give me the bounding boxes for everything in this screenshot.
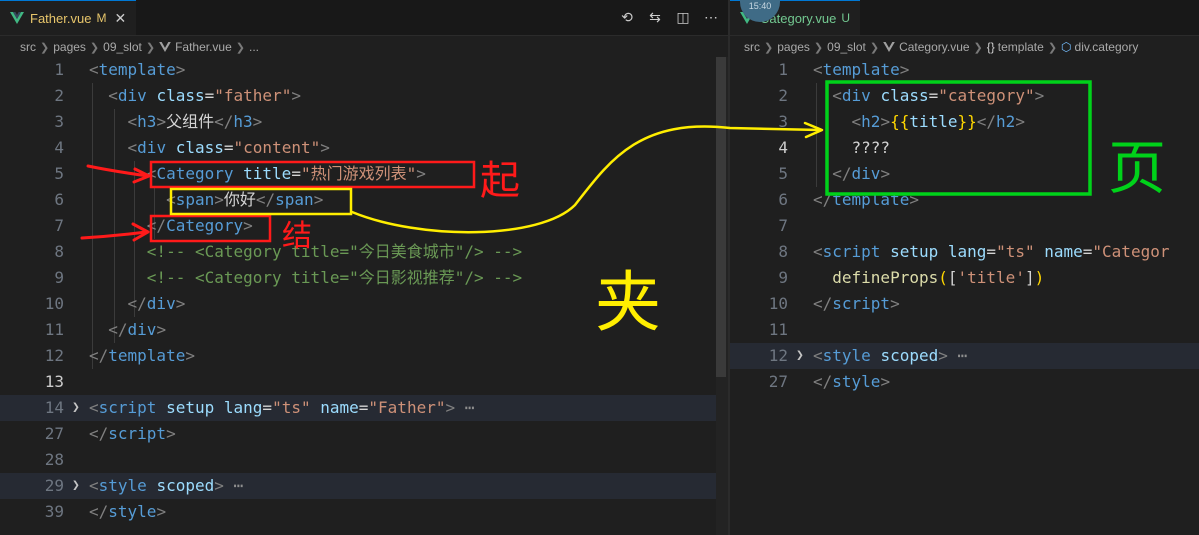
code-line: 10 </script> <box>768 294 900 313</box>
fold-chevron-icon[interactable]: ❯ <box>72 473 80 499</box>
code-line: 5 <Category title="热门游戏列表"> <box>54 164 426 183</box>
breadcrumb-pages[interactable]: pages <box>53 40 86 54</box>
editor-actions: ⟲ ⇆ ◫ ⋯ <box>618 0 720 35</box>
code-line: 8 <!-- <Category title="今日美食城市"/> --> <box>54 242 523 261</box>
code-line: 2 <div class="father"> <box>54 86 301 105</box>
scrollbar-thumb[interactable] <box>716 57 726 377</box>
modified-badge: M <box>96 11 107 25</box>
breadcrumb-folder[interactable]: 09_slot <box>103 40 142 54</box>
braces-icon: {} <box>986 40 995 54</box>
compare-changes-icon[interactable]: ⇆ <box>646 9 664 26</box>
code-line: 1 <template> <box>778 60 910 79</box>
code-line: 27 </script> <box>44 424 176 443</box>
fold-chevron-icon[interactable]: ❯ <box>796 343 804 369</box>
code-line: 4 <div class="content"> <box>54 138 330 157</box>
code-line: 11 <box>768 320 788 339</box>
code-line-current: 13 <box>44 372 64 391</box>
timeline-icon[interactable]: ⟲ <box>618 9 636 26</box>
breadcrumb-file[interactable]: Father.vue <box>175 40 232 54</box>
code-line: 6 </template> <box>778 190 919 209</box>
tab-label: Father.vue <box>30 10 92 26</box>
code-line: 9 <!-- <Category title="今日影视推荐"/> --> <box>54 268 523 287</box>
vue-file-icon <box>10 12 24 24</box>
split-editor-icon[interactable]: ◫ <box>674 9 692 26</box>
code-line: 9 defineProps(['title']) <box>778 268 1045 287</box>
editor-pane-father: Father.vue M ✕ ⟲ ⇆ ◫ ⋯ src ❯ pages ❯ 09_sl… <box>0 0 728 535</box>
editor-pane-category: Category.vue U src ❯ pages ❯ 09_slot ❯ Cate… <box>730 0 1199 535</box>
code-line: 3 <h2>{{title}}</h2> <box>778 112 1025 131</box>
breadcrumb-src[interactable]: src <box>20 40 36 54</box>
tab-bar: Category.vue U <box>730 0 1199 36</box>
breadcrumb: src ❯ pages ❯ 09_slot ❯ Father.vue ❯ ... <box>20 40 259 54</box>
code-line: 10 </div> <box>44 294 186 313</box>
code-line: 8 <script setup lang="ts" name="Categor <box>778 242 1170 261</box>
code-line-folded: 29 ❯ <style scoped> ⋯ <box>0 473 728 499</box>
more-actions-icon[interactable]: ⋯ <box>702 9 720 26</box>
code-line: 27 </style> <box>768 372 891 391</box>
code-line: 28 <box>44 450 64 469</box>
code-line: 5 </div> <box>778 164 891 183</box>
code-line-folded: 12 ❯ <style scoped> ⋯ <box>730 343 1199 369</box>
code-line: 6 <span>你好</span> <box>54 190 324 209</box>
breadcrumb-div[interactable]: div.category <box>1075 40 1139 54</box>
code-line: 11 </div> <box>44 320 167 339</box>
element-icon: ⬡ <box>1061 40 1072 54</box>
untracked-badge: U <box>841 11 851 25</box>
close-tab-icon[interactable]: ✕ <box>114 10 126 27</box>
breadcrumb-file[interactable]: Category.vue <box>899 40 969 54</box>
code-line: 39 </style> <box>44 502 167 521</box>
fold-chevron-icon[interactable]: ❯ <box>72 395 80 421</box>
breadcrumb-src[interactable]: src <box>744 40 760 54</box>
vue-file-icon <box>883 42 895 52</box>
code-line: 7 <box>778 216 788 235</box>
code-line: 1 <template> <box>54 60 186 79</box>
tab-father-vue[interactable]: Father.vue M ✕ <box>0 0 137 35</box>
breadcrumb-folder[interactable]: 09_slot <box>827 40 866 54</box>
tab-bar: Father.vue M ✕ ⟲ ⇆ ◫ ⋯ <box>0 0 728 36</box>
code-line-folded: 14 ❯ <script setup lang="ts" name="Father"… <box>0 395 728 421</box>
breadcrumb: src ❯ pages ❯ 09_slot ❯ Category.vue ❯ {} te… <box>744 40 1139 54</box>
code-line: 2 <div class="category"> <box>778 86 1045 105</box>
breadcrumb-more[interactable]: ... <box>249 40 259 54</box>
vertical-scrollbar[interactable] <box>716 57 728 535</box>
code-line: 3 <h3>父组件</h3> <box>54 112 263 131</box>
breadcrumb-template[interactable]: template <box>998 40 1044 54</box>
code-line: 12 </template> <box>44 346 195 365</box>
code-line-current: 4 ???? <box>778 138 891 157</box>
code-line: 7 </Category> <box>54 216 253 235</box>
breadcrumb-pages[interactable]: pages <box>777 40 810 54</box>
vue-file-icon <box>159 42 171 52</box>
